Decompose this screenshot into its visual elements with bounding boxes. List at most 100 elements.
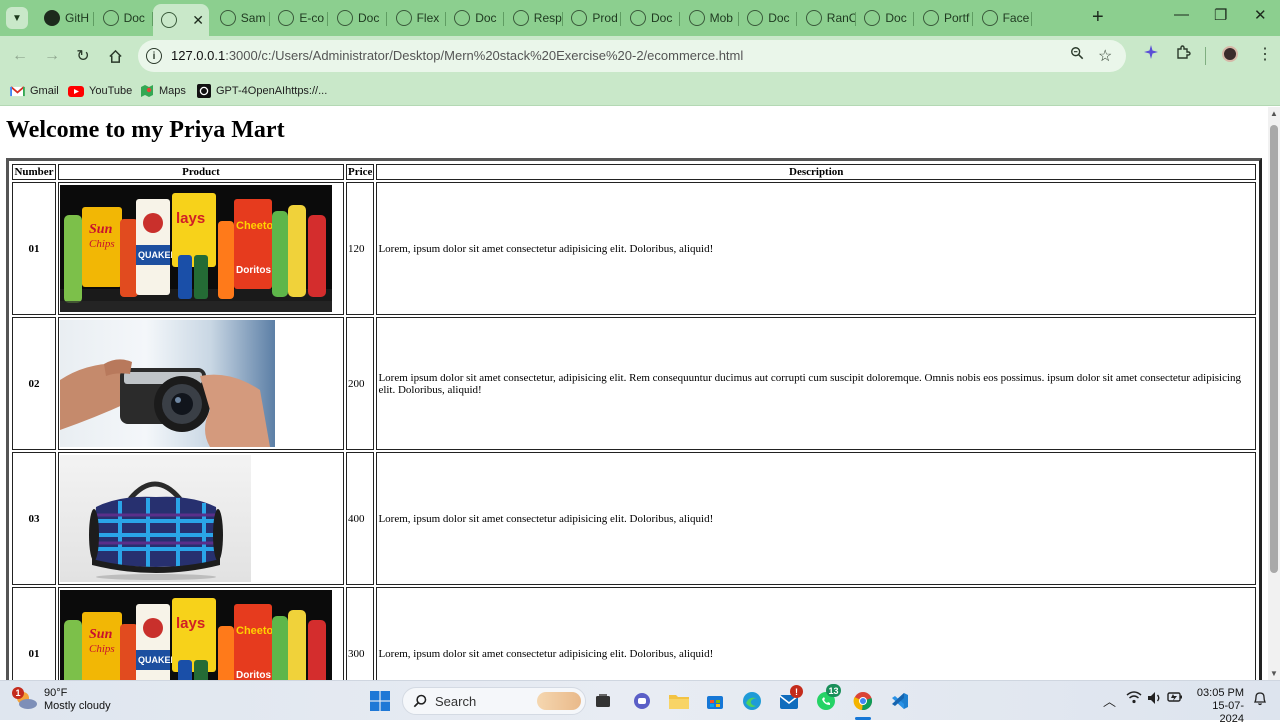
svg-text:Chips: Chips bbox=[89, 643, 115, 655]
wifi-icon[interactable] bbox=[1126, 691, 1142, 707]
price-cell: 400 bbox=[346, 452, 375, 585]
tab-active[interactable]: ✕ bbox=[153, 4, 210, 36]
mail-badge: ! bbox=[790, 685, 803, 698]
browser-tab[interactable]: Flex bbox=[388, 4, 446, 32]
zoom-icon[interactable] bbox=[1070, 46, 1084, 64]
browser-tab[interactable]: Doc bbox=[329, 4, 387, 32]
globe-icon bbox=[923, 10, 939, 26]
profile-avatar[interactable] bbox=[1222, 46, 1238, 62]
browser-tab[interactable]: Mob bbox=[681, 4, 739, 32]
tab-label: Face bbox=[1002, 11, 1030, 25]
bookmark-youtube[interactable]: YouTube bbox=[68, 82, 132, 100]
site-info-icon[interactable]: i bbox=[146, 48, 162, 64]
browser-tab[interactable]: E-co bbox=[270, 4, 329, 32]
whatsapp-icon[interactable]: 13 bbox=[814, 684, 841, 712]
browser-tab[interactable]: GitH bbox=[36, 4, 94, 32]
snacks-and-drinks-image: Sun Chips QUAKER lays Cheetos Doritos bbox=[60, 185, 332, 312]
search-label: Search bbox=[435, 693, 477, 709]
globe-icon bbox=[864, 10, 881, 26]
browser-tab[interactable]: Doc bbox=[622, 4, 680, 32]
gmail-icon bbox=[10, 85, 25, 96]
browser-tab[interactable]: RanC bbox=[798, 4, 856, 32]
header-price: Price bbox=[346, 164, 375, 180]
browser-tab[interactable]: Face bbox=[974, 4, 1032, 32]
bookmark-gmail[interactable]: Gmail bbox=[10, 82, 59, 100]
vscode-icon[interactable] bbox=[888, 690, 912, 712]
row-number: 03 bbox=[12, 452, 56, 585]
tab-label: Resp bbox=[533, 11, 562, 25]
clock-time: 03:05 PM bbox=[1196, 687, 1244, 699]
reload-icon: ↻ bbox=[76, 48, 90, 65]
weather-badge: 1 bbox=[12, 687, 24, 699]
scroll-down-icon[interactable]: ▼ bbox=[1270, 669, 1278, 678]
taskbar-clock[interactable]: 03:05 PM 15-07-2024 bbox=[1190, 687, 1244, 726]
table-row: 02 200 Lorem ipsum dolor sit amet consec… bbox=[12, 317, 1256, 450]
task-view-icon[interactable] bbox=[591, 690, 615, 712]
volume-icon[interactable] bbox=[1147, 691, 1163, 708]
product-table-frame: Number Product Price Description 01 Sun bbox=[6, 158, 1262, 680]
microsoft-store-icon[interactable] bbox=[703, 690, 727, 712]
table-row: 01 Sun Chips QUAKER lays Cheetos Doritos… bbox=[12, 587, 1256, 680]
row-number: 01 bbox=[12, 587, 56, 680]
tab-strip: ▼ GitH Doc ✕ Sam E-co Doc Flex Doc Resp Prod Doc Mo… bbox=[0, 0, 1280, 36]
browser-tab[interactable]: Doc bbox=[739, 4, 798, 32]
chatgpt-icon bbox=[197, 84, 211, 98]
taskbar-search[interactable]: Search bbox=[402, 687, 586, 715]
more-menu-icon[interactable]: ⋮ bbox=[1257, 44, 1273, 64]
reload-button[interactable]: ↻ bbox=[71, 44, 95, 68]
bookmark-star-icon[interactable]: ☆ bbox=[1098, 46, 1112, 66]
svg-text:Chips: Chips bbox=[89, 238, 115, 250]
globe-icon bbox=[805, 10, 822, 26]
weather-temperature: 90°F bbox=[44, 687, 68, 699]
description-cell: Lorem, ipsum dolor sit amet consectetur … bbox=[376, 587, 1256, 680]
globe-icon bbox=[454, 10, 471, 26]
bookmark-maps[interactable]: Maps bbox=[140, 82, 186, 100]
close-tab-icon[interactable]: ✕ bbox=[192, 12, 204, 29]
notifications-icon[interactable] bbox=[1253, 691, 1267, 709]
home-button[interactable] bbox=[103, 44, 127, 68]
extension-gemini-icon[interactable] bbox=[1143, 44, 1159, 65]
chrome-taskbar-icon[interactable] bbox=[851, 690, 875, 712]
row-number: 01 bbox=[12, 182, 56, 315]
weather-widget[interactable]: 1 90°F Mostly cloudy bbox=[12, 687, 111, 713]
mail-app-icon[interactable]: ! bbox=[777, 685, 803, 712]
address-bar[interactable]: i 127.0.0.1:3000/c:/Users/Administrator/… bbox=[138, 40, 1126, 72]
header-description: Description bbox=[376, 164, 1256, 180]
browser-tab[interactable]: Sam bbox=[212, 4, 270, 32]
new-tab-button[interactable]: + bbox=[1092, 6, 1104, 29]
header-number: Number bbox=[12, 164, 56, 180]
forward-button[interactable]: → bbox=[40, 44, 64, 68]
start-button[interactable] bbox=[368, 690, 392, 712]
browser-tab[interactable]: Prod bbox=[563, 4, 622, 32]
vertical-scrollbar[interactable]: ▲ ▼ bbox=[1268, 107, 1280, 680]
browser-tab[interactable]: Resp bbox=[505, 4, 563, 32]
close-window-button[interactable]: ✕ bbox=[1254, 6, 1267, 24]
scrollbar-thumb[interactable] bbox=[1270, 125, 1278, 573]
teams-chat-icon[interactable] bbox=[630, 690, 654, 712]
extensions-puzzle-icon[interactable] bbox=[1175, 44, 1191, 65]
page-title: Welcome to my Priya Mart bbox=[6, 117, 285, 143]
svg-text:QUAKER: QUAKER bbox=[138, 250, 178, 260]
tab-label: Flex bbox=[416, 11, 440, 25]
browser-tab[interactable]: Doc bbox=[446, 4, 505, 32]
url-text[interactable]: 127.0.0.1:3000/c:/Users/Administrator/De… bbox=[171, 48, 743, 63]
tab-search-button[interactable]: ▼ bbox=[6, 7, 28, 29]
browser-tab[interactable]: Doc bbox=[856, 4, 915, 32]
file-explorer-icon[interactable] bbox=[667, 690, 691, 712]
globe-icon bbox=[571, 10, 588, 26]
tab-label: Doc bbox=[651, 11, 673, 25]
browser-tab[interactable]: Portf bbox=[915, 4, 973, 32]
restore-button[interactable]: ❐ bbox=[1214, 6, 1227, 24]
browser-tab[interactable]: Doc bbox=[95, 4, 153, 32]
minimize-button[interactable]: — bbox=[1174, 6, 1189, 23]
bookmark-gpt4[interactable]: GPT-4OpenAIhttps://... bbox=[197, 82, 327, 100]
product-table: Number Product Price Description 01 Sun bbox=[10, 162, 1258, 680]
globe-icon bbox=[278, 10, 295, 26]
back-button[interactable]: ← bbox=[8, 44, 32, 68]
show-hidden-icons[interactable]: ︿ bbox=[1103, 691, 1116, 710]
battery-icon[interactable] bbox=[1167, 691, 1183, 706]
scroll-up-icon[interactable]: ▲ bbox=[1270, 109, 1278, 118]
description-cell: Lorem, ipsum dolor sit amet consectetur … bbox=[376, 182, 1256, 315]
price-cell: 200 bbox=[346, 317, 375, 450]
edge-browser-icon[interactable] bbox=[740, 690, 764, 712]
